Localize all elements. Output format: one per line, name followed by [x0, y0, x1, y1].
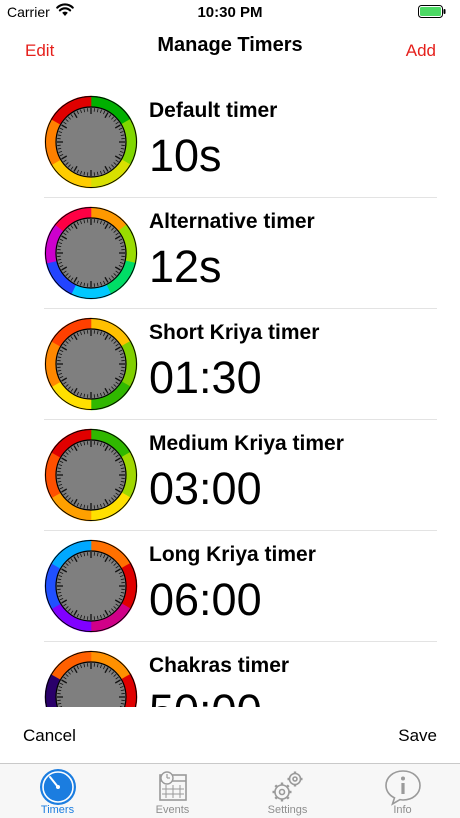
timer-dial-icon [44, 206, 138, 300]
status-bar: Carrier 10:30 PM [0, 0, 460, 24]
timer-row[interactable]: Long Kriya timer 06:00 [0, 531, 460, 642]
timer-dial-icon [44, 428, 138, 522]
save-button[interactable]: Save [398, 726, 437, 746]
timer-row[interactable]: Chakras timer 50:00 [0, 642, 460, 707]
tab-bar: Timers Events Settings Info [0, 763, 460, 818]
timer-name: Long Kriya timer [149, 543, 316, 566]
tab-info[interactable]: Info [345, 764, 460, 818]
edit-toolbar: Cancel Save [0, 707, 460, 763]
tab-events[interactable]: Events [115, 764, 230, 818]
gears-icon [272, 771, 303, 802]
timer-row[interactable]: Default timer 10s [0, 87, 460, 198]
tab-timers[interactable]: Timers [0, 764, 115, 818]
timer-name: Medium Kriya timer [149, 432, 344, 455]
timer-dial-icon [44, 650, 138, 707]
timer-name: Default timer [149, 99, 278, 122]
page-title: Manage Timers [157, 34, 303, 56]
tab-label: Timers [40, 804, 75, 816]
stopwatch-icon [40, 769, 76, 805]
timer-row[interactable]: Alternative timer 12s [0, 198, 460, 309]
timer-list[interactable]: Default timer 10s Alternative timer 12s … [0, 87, 460, 707]
timer-duration: 03:00 [149, 463, 262, 514]
timer-duration: 01:30 [149, 352, 262, 403]
battery-icon [418, 5, 446, 18]
navigation-bar: Edit Manage Timers Add [0, 24, 460, 76]
timer-row[interactable]: Short Kriya timer 01:30 [0, 309, 460, 420]
timer-dial-icon [44, 539, 138, 633]
timer-duration: 06:00 [149, 574, 262, 625]
timer-name: Short Kriya timer [149, 321, 320, 344]
timer-name: Alternative timer [149, 210, 315, 233]
add-button[interactable]: Add [406, 41, 436, 61]
tab-label: Info [393, 804, 412, 816]
tab-label: Settings [267, 804, 308, 816]
tab-label: Events [155, 804, 190, 816]
tab-settings[interactable]: Settings [230, 764, 345, 818]
info-bubble-icon [385, 770, 421, 806]
calendar-icon [159, 771, 187, 801]
timer-duration: 12s [149, 241, 222, 292]
timer-name: Chakras timer [149, 654, 290, 677]
cancel-button[interactable]: Cancel [23, 726, 76, 746]
status-time: 10:30 PM [197, 4, 263, 21]
timer-duration: 50:00 [149, 685, 262, 707]
timer-dial-icon [44, 95, 138, 189]
timer-duration: 10s [149, 130, 222, 181]
timer-dial-icon [44, 317, 138, 411]
timer-row[interactable]: Medium Kriya timer 03:00 [0, 420, 460, 531]
